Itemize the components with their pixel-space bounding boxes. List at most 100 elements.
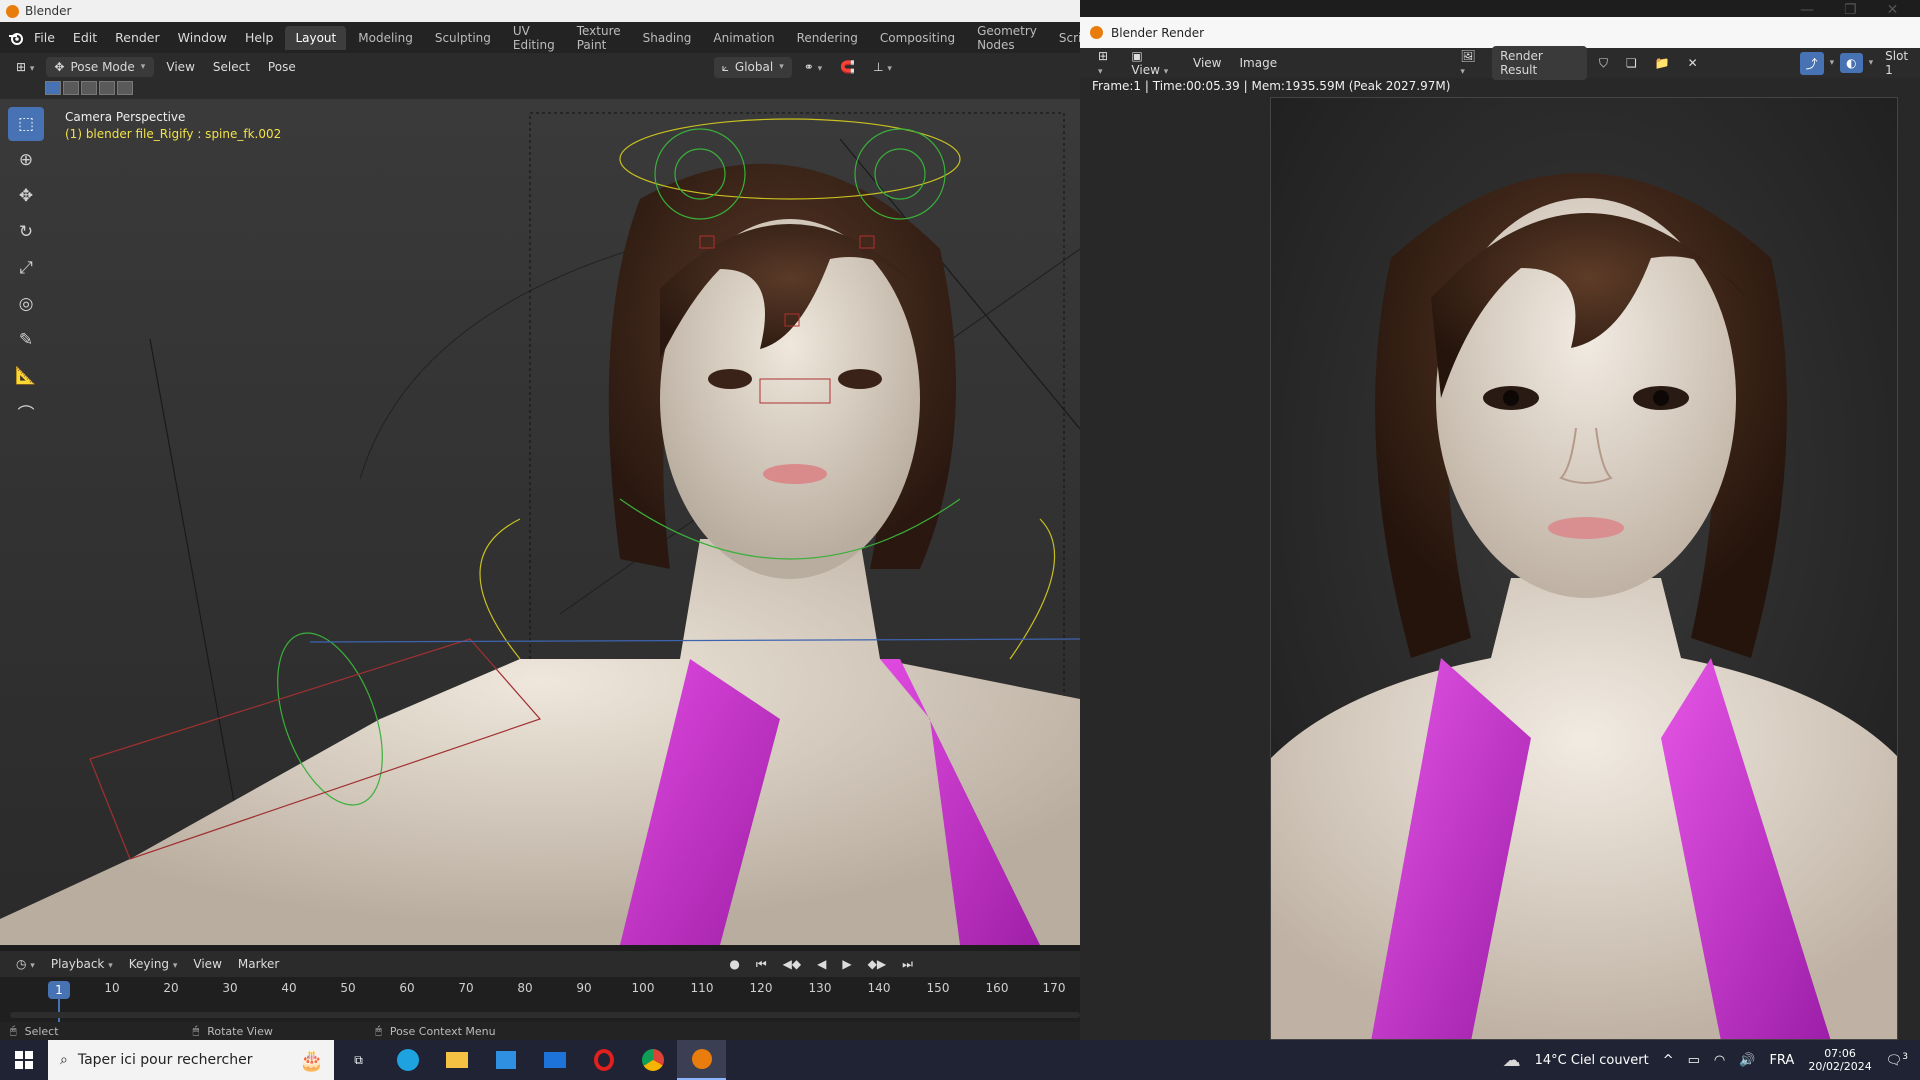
overlay-icon[interactable]: ◐: [1840, 53, 1863, 73]
menu-view[interactable]: View: [160, 57, 200, 77]
cursor-icon[interactable]: ⊕: [8, 143, 44, 177]
tab-animation[interactable]: Animation: [703, 26, 784, 50]
orientation-dropdown[interactable]: ⟀ Global ▾: [713, 56, 792, 78]
frame-tick: 20: [163, 981, 179, 995]
volume-icon[interactable]: 🔊: [1739, 1053, 1755, 1068]
menu-select[interactable]: Select: [207, 57, 256, 77]
timeline-scrollbar[interactable]: [10, 1012, 1080, 1018]
network-icon[interactable]: ◠: [1714, 1053, 1725, 1068]
snap-target-icon[interactable]: ⊥ ▾: [867, 57, 898, 77]
render-result-image[interactable]: [1270, 97, 1898, 1040]
image-name-field[interactable]: Render Result: [1492, 46, 1587, 80]
weather-icon[interactable]: ☁: [1503, 1050, 1521, 1071]
editor-type-icon[interactable]: ⊞ ▾: [1092, 46, 1119, 80]
play-reverse-icon[interactable]: ◀: [811, 954, 832, 974]
current-frame-indicator[interactable]: 1: [48, 981, 70, 999]
chrome-browser-icon[interactable]: [628, 1040, 677, 1080]
frame-tick: 110: [690, 981, 714, 995]
battery-icon[interactable]: ▭: [1688, 1053, 1700, 1068]
editor-type-icon[interactable]: ⊞ ▾: [10, 57, 40, 77]
menu-playback[interactable]: Playback ▾: [45, 954, 119, 974]
tab-texture-paint[interactable]: Texture Paint: [567, 19, 631, 57]
clock-icon[interactable]: ◷ ▾: [10, 954, 41, 974]
tab-uv-editing[interactable]: UV Editing: [503, 19, 565, 57]
pivot-icon[interactable]: ⚭ ▾: [798, 57, 828, 77]
show-hidden-icons-icon[interactable]: ^: [1663, 1053, 1674, 1068]
menu-window[interactable]: Window: [170, 27, 235, 48]
menu-image[interactable]: Image: [1234, 53, 1284, 73]
annotate-icon[interactable]: ✎: [8, 323, 44, 357]
mail-icon[interactable]: [530, 1040, 579, 1080]
rotate-icon[interactable]: ↻: [8, 215, 44, 249]
select-extend-icon[interactable]: [63, 81, 79, 95]
language-indicator[interactable]: FRA: [1769, 1053, 1794, 1068]
blender-menu-icon[interactable]: [8, 31, 24, 45]
close-icon[interactable]: ✕: [1887, 2, 1899, 18]
file-explorer-icon[interactable]: [432, 1040, 481, 1080]
measure-icon[interactable]: 📐: [8, 359, 44, 393]
tab-rendering[interactable]: Rendering: [787, 26, 868, 50]
minimize-icon[interactable]: —: [1800, 2, 1814, 18]
windows-start-button[interactable]: [0, 1040, 48, 1080]
jump-end-icon[interactable]: ⏭: [896, 954, 919, 975]
play-icon[interactable]: ▶: [836, 954, 857, 974]
record-icon[interactable]: ●: [723, 954, 745, 974]
fake-user-icon[interactable]: ⛉: [1593, 53, 1614, 74]
menu-view[interactable]: View: [1187, 53, 1227, 73]
menu-timeline-view[interactable]: View: [187, 954, 227, 974]
frame-tick: 150: [926, 981, 950, 995]
tab-layout[interactable]: Layout: [285, 25, 347, 50]
move-icon[interactable]: ✥: [8, 179, 44, 213]
restore-icon[interactable]: ❐: [1844, 2, 1857, 18]
opera-browser-icon[interactable]: [579, 1040, 628, 1080]
tab-shading[interactable]: Shading: [633, 26, 702, 50]
mode-dropdown[interactable]: ✥ Pose Mode ▾: [46, 57, 155, 77]
image-browse-icon[interactable]: 🖼 ▾: [1454, 46, 1486, 80]
timeline-area[interactable]: 1 10 20 30 40 50 60 70 80 90 100 110 120…: [0, 977, 1080, 1022]
menu-edit[interactable]: Edit: [65, 27, 105, 48]
scale-icon[interactable]: ⤢: [8, 251, 44, 285]
viewport-perspective-label: Camera Perspective: [65, 110, 186, 124]
bone-relax-icon[interactable]: ⌒: [8, 395, 44, 429]
menu-pose[interactable]: Pose: [262, 57, 302, 77]
select-new-icon[interactable]: [45, 81, 61, 95]
next-keyframe-icon[interactable]: ◆▶: [862, 954, 892, 974]
3d-viewport[interactable]: [0, 99, 1080, 945]
open-image-icon[interactable]: 📁: [1649, 53, 1676, 73]
menu-render[interactable]: Render: [107, 27, 168, 48]
microsoft-store-icon[interactable]: [481, 1040, 530, 1080]
chevron-down-icon: ▾: [1868, 58, 1874, 68]
unlink-icon[interactable]: ✕: [1682, 53, 1704, 73]
select-subtract-icon[interactable]: [81, 81, 97, 95]
sample-tool-icon[interactable]: ⤴: [1799, 51, 1824, 75]
jump-start-icon[interactable]: ⏮: [750, 954, 773, 975]
tab-geometry-nodes[interactable]: Geometry Nodes: [967, 19, 1047, 57]
menu-file[interactable]: File: [26, 27, 63, 48]
snap-icon[interactable]: 🧲: [834, 57, 861, 77]
select-invert-icon[interactable]: [99, 81, 115, 95]
tool-shelf: ⬚ ⊕ ✥ ↻ ⤢ ◎ ✎ 📐 ⌒: [8, 107, 46, 431]
frame-tick: 50: [340, 981, 356, 995]
transform-icon[interactable]: ◎: [8, 287, 44, 321]
taskbar-search[interactable]: ⌕ Taper ici pour rechercher 🎂: [48, 1040, 334, 1080]
tab-compositing[interactable]: Compositing: [870, 26, 965, 50]
select-box-icon[interactable]: ⬚: [8, 107, 44, 141]
menu-keying[interactable]: Keying ▾: [123, 954, 184, 974]
new-image-icon[interactable]: ❏: [1620, 53, 1643, 73]
select-intersect-icon[interactable]: [117, 81, 133, 95]
blender-taskbar-icon[interactable]: [677, 1040, 726, 1080]
menu-help[interactable]: Help: [237, 27, 282, 48]
tab-sculpting[interactable]: Sculpting: [425, 26, 501, 50]
weather-label[interactable]: 14°C Ciel couvert: [1535, 1053, 1649, 1068]
playhead-line[interactable]: [58, 999, 60, 1022]
cake-icon: 🎂: [299, 1048, 324, 1072]
view-mode-dropdown[interactable]: ▣ View ▾: [1125, 46, 1181, 80]
task-view-icon[interactable]: ⧉: [334, 1040, 383, 1080]
menu-marker[interactable]: Marker: [232, 954, 285, 974]
prev-keyframe-icon[interactable]: ◀◆: [777, 954, 807, 974]
edge-browser-icon[interactable]: [383, 1040, 432, 1080]
slot-dropdown[interactable]: Slot 1: [1879, 46, 1920, 80]
clock[interactable]: 07:06 20/02/2024: [1808, 1047, 1871, 1073]
tab-modeling[interactable]: Modeling: [348, 26, 423, 50]
notification-icon[interactable]: 🗨3: [1886, 1052, 1908, 1068]
